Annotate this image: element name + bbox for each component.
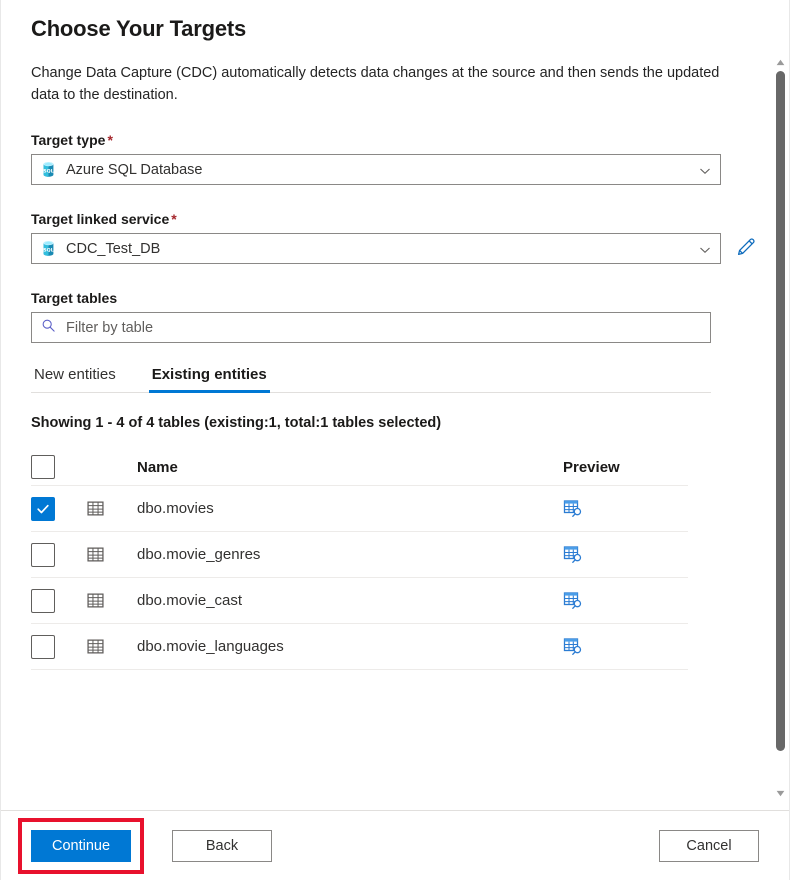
table-grid-icon — [87, 638, 104, 655]
column-header-name: Name — [137, 459, 563, 476]
search-input[interactable] — [64, 319, 701, 337]
scrollbar-thumb[interactable] — [776, 71, 785, 751]
azure-sql-database-icon: SQL — [40, 161, 57, 178]
svg-text:SQL: SQL — [43, 248, 53, 254]
tab-new-entities[interactable]: New entities — [31, 366, 119, 392]
tables-list: Name Preview — [31, 449, 688, 670]
table-row[interactable]: dbo.movie_cast — [31, 578, 688, 624]
chevron-down-icon — [699, 164, 711, 176]
continue-highlight-annotation: Continue — [18, 818, 144, 874]
target-type-required-asterisk: * — [107, 132, 112, 148]
column-header-preview: Preview — [563, 459, 688, 476]
target-linked-service-dropdown[interactable]: SQL CDC_Test_DB — [31, 233, 721, 264]
entity-tabs: New entities Existing entities — [31, 357, 711, 393]
scrollbar-track[interactable] — [773, 69, 788, 786]
back-button[interactable]: Back — [172, 830, 272, 862]
row-name: dbo.movie_cast — [137, 592, 563, 609]
search-icon — [41, 318, 56, 338]
row-checkbox[interactable] — [31, 589, 55, 613]
pencil-edit-icon — [736, 237, 756, 260]
target-linked-service-label-text: Target linked service — [31, 211, 169, 227]
target-type-value: Azure SQL Database — [66, 162, 202, 178]
tab-existing-entities[interactable]: Existing entities — [149, 366, 270, 392]
continue-button[interactable]: Continue — [31, 830, 131, 862]
preview-table-icon[interactable] — [563, 637, 583, 657]
dialog-footer: Continue Back Cancel — [1, 810, 789, 880]
table-grid-icon — [87, 546, 104, 563]
choose-targets-dialog: Choose Your Targets Change Data Capture … — [0, 0, 790, 880]
row-preview-cell — [563, 545, 688, 565]
row-checkbox[interactable] — [31, 635, 55, 659]
scroll-up-arrow-icon[interactable] — [773, 55, 788, 69]
row-icon-cell — [87, 500, 137, 517]
row-preview-cell — [563, 591, 688, 611]
target-linked-service-required-asterisk: * — [171, 211, 176, 227]
row-preview-cell — [563, 637, 688, 657]
row-preview-cell — [563, 499, 688, 519]
row-select-cell — [31, 543, 87, 567]
row-select-cell — [31, 635, 87, 659]
row-name: dbo.movie_genres — [137, 546, 563, 563]
azure-sql-database-icon: SQL — [40, 240, 57, 257]
row-select-cell — [31, 497, 87, 521]
row-checkbox[interactable] — [31, 497, 55, 521]
preview-table-icon[interactable] — [563, 545, 583, 565]
row-checkbox[interactable] — [31, 543, 55, 567]
target-tables-label: Target tables — [31, 290, 759, 306]
target-type-label-text: Target type — [31, 132, 105, 148]
page-title: Choose Your Targets — [31, 14, 759, 44]
select-all-checkbox[interactable] — [31, 455, 55, 479]
table-row[interactable]: dbo.movie_languages — [31, 624, 688, 670]
dialog-body: Choose Your Targets Change Data Capture … — [1, 0, 789, 810]
table-filter-searchbox[interactable] — [31, 312, 711, 343]
table-header-row: Name Preview — [31, 449, 688, 486]
svg-text:SQL: SQL — [43, 169, 53, 175]
table-row[interactable]: dbo.movie_genres — [31, 532, 688, 578]
cancel-button[interactable]: Cancel — [659, 830, 759, 862]
preview-table-icon[interactable] — [563, 591, 583, 611]
target-type-dropdown[interactable]: SQL Azure SQL Database — [31, 154, 721, 185]
scroll-down-arrow-icon[interactable] — [773, 786, 788, 800]
select-all-cell — [31, 455, 87, 479]
table-row[interactable]: dbo.movies — [31, 486, 688, 532]
target-type-label: Target type* — [31, 132, 759, 148]
target-linked-service-label: Target linked service* — [31, 211, 759, 227]
page-description: Change Data Capture (CDC) automatically … — [31, 62, 731, 106]
chevron-down-icon — [699, 243, 711, 255]
row-icon-cell — [87, 638, 137, 655]
row-icon-cell — [87, 546, 137, 563]
dialog-content: Choose Your Targets Change Data Capture … — [1, 14, 789, 670]
edit-linked-service-button[interactable] — [735, 238, 757, 260]
target-linked-service-row: SQL CDC_Test_DB — [31, 233, 759, 264]
preview-table-icon[interactable] — [563, 499, 583, 519]
table-grid-icon — [87, 500, 104, 517]
row-name: dbo.movies — [137, 500, 563, 517]
target-linked-service-value: CDC_Test_DB — [66, 241, 160, 257]
showing-count-text: Showing 1 - 4 of 4 tables (existing:1, t… — [31, 415, 759, 431]
table-grid-icon — [87, 592, 104, 609]
row-select-cell — [31, 589, 87, 613]
row-name: dbo.movie_languages — [137, 638, 563, 655]
row-icon-cell — [87, 592, 137, 609]
target-type-row: SQL Azure SQL Database — [31, 154, 759, 185]
vertical-scrollbar[interactable] — [773, 55, 788, 800]
